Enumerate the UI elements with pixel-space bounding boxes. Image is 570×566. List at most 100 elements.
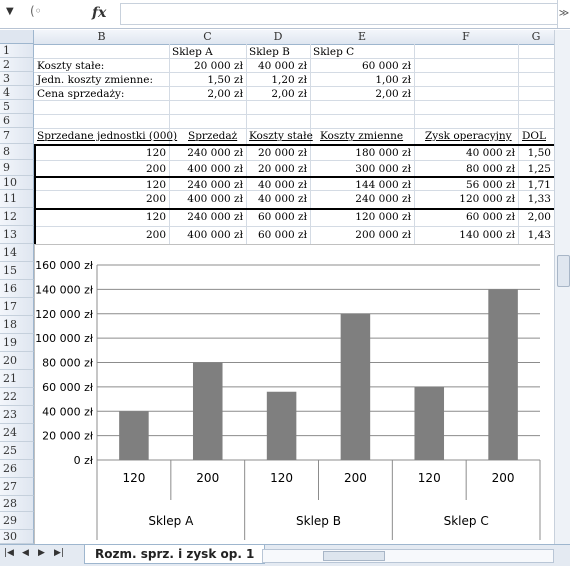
row-header-8[interactable]: 8 — [0, 144, 34, 160]
column-header-d[interactable]: D — [246, 30, 311, 45]
prev-sheet-icon[interactable]: ◀ — [22, 548, 29, 558]
row-header-23[interactable]: 23 — [0, 406, 34, 424]
y-tick-label: 120 000 zł — [35, 308, 94, 321]
row-header-11[interactable]: 11 — [0, 190, 34, 208]
y-tick-label: 160 000 zł — [35, 259, 94, 272]
cell-b3[interactable]: Jedn. koszty zmienne: — [37, 73, 153, 87]
row-header-1[interactable]: 1 — [0, 44, 34, 58]
table-header-sales[interactable]: Sprzedaż — [188, 129, 237, 143]
x-tick-label: 120 — [270, 471, 293, 485]
y-tick-label: 80 000 zł — [42, 357, 94, 370]
row-header-13[interactable]: 13 — [0, 226, 34, 244]
row-header-18[interactable]: 18 — [0, 316, 34, 334]
bar — [414, 386, 445, 460]
cell-d2[interactable]: 40 000 zł — [246, 59, 307, 73]
chart-canvas: 0 zł 20 000 zł 40 000 zł 60 000 zł 80 000 zł… — [35, 259, 541, 540]
first-sheet-icon[interactable]: |◀ — [4, 548, 14, 558]
row-header-22[interactable]: 22 — [0, 388, 34, 406]
cell-c2[interactable]: 20 000 zł — [169, 59, 243, 73]
x-tick-label: 200 — [492, 471, 515, 485]
column-header-c[interactable]: C — [169, 30, 247, 45]
table-header-fixed-costs[interactable]: Koszty stałe — [249, 129, 313, 143]
row-header-20[interactable]: 20 — [0, 352, 34, 370]
bar — [119, 411, 149, 460]
row-header-16[interactable]: 16 — [0, 280, 34, 298]
table-header-units[interactable]: Sprzedane jednostki (000) — [37, 129, 177, 143]
x-tick-label: 200 — [196, 471, 219, 485]
row-header-4[interactable]: 4 — [0, 86, 34, 100]
group-label: Sklep C — [444, 514, 489, 528]
row-header-24[interactable]: 24 — [0, 424, 34, 442]
row-header-25[interactable]: 25 — [0, 442, 34, 460]
row-header-29[interactable]: 29 — [0, 512, 34, 530]
formula-bar: ▼ (◦ fx ≫ — [0, 0, 570, 29]
cell-d4[interactable]: 2,00 zł — [246, 87, 307, 101]
row-header-28[interactable]: 28 — [0, 496, 34, 512]
row-header-14[interactable]: 14 — [0, 244, 34, 262]
row-header-12[interactable]: 12 — [0, 208, 34, 226]
column-header-b[interactable]: B — [34, 30, 170, 45]
table-header-dol[interactable]: DOL — [522, 129, 546, 143]
y-tick-label: 100 000 zł — [35, 332, 94, 345]
horizontal-scroll-thumb[interactable] — [323, 551, 385, 561]
group-border — [34, 208, 556, 246]
y-tick-label: 40 000 zł — [42, 405, 94, 418]
select-all-corner[interactable] — [0, 30, 34, 44]
cell-e1[interactable]: Sklep C — [313, 45, 354, 59]
last-sheet-icon[interactable]: ▶| — [54, 548, 64, 558]
row-header-5[interactable]: 5 — [0, 100, 34, 114]
cell-b4[interactable]: Cena sprzedaży: — [37, 87, 124, 101]
cell-d3[interactable]: 1,20 zł — [246, 73, 307, 87]
horizontal-scrollbar[interactable] — [262, 549, 554, 563]
row-header-26[interactable]: 26 — [0, 460, 34, 478]
bar-chart[interactable]: 0 zł 20 000 zł 40 000 zł 60 000 zł 80 000 zł… — [34, 244, 555, 545]
group-label: Sklep B — [296, 514, 341, 528]
cancel-icon[interactable]: (◦ — [30, 4, 50, 22]
formula-input[interactable] — [120, 3, 558, 25]
cell-e4[interactable]: 2,00 zł — [310, 87, 411, 101]
row-header-9[interactable]: 9 — [0, 160, 34, 176]
y-tick-label: 60 000 zł — [42, 381, 94, 394]
y-tick-label: 20 000 zł — [42, 430, 94, 443]
cell-e3[interactable]: 1,00 zł — [310, 73, 411, 87]
x-tick-label: 200 — [344, 471, 367, 485]
next-sheet-icon[interactable]: ▶ — [38, 548, 45, 558]
cell-c4[interactable]: 2,00 zł — [169, 87, 243, 101]
row-header-6[interactable]: 6 — [0, 114, 34, 128]
bar — [340, 313, 371, 460]
row-header-2[interactable]: 2 — [0, 58, 34, 72]
row-header-15[interactable]: 15 — [0, 262, 34, 280]
sheet-tab[interactable]: Rozm. sprz. i zysk op. 1 — [84, 545, 266, 564]
cell-c1[interactable]: Sklep A — [172, 45, 213, 59]
cell-b2[interactable]: Koszty stałe: — [37, 59, 104, 73]
row-header-3[interactable]: 3 — [0, 72, 34, 86]
cell-c3[interactable]: 1,50 zł — [169, 73, 243, 87]
group-label: Sklep A — [148, 514, 194, 528]
cell-e2[interactable]: 60 000 zł — [310, 59, 411, 73]
row-header-27[interactable]: 27 — [0, 478, 34, 496]
y-tick-label: 140 000 zł — [35, 283, 94, 296]
sheet-tab-bar: |◀ ◀ ▶ ▶| Rozm. sprz. i zysk op. 1 — [0, 544, 570, 566]
cell-d1[interactable]: Sklep B — [249, 45, 290, 59]
row-header-7[interactable]: 7 — [0, 128, 34, 144]
column-header-f[interactable]: F — [414, 30, 519, 45]
insert-function-icon[interactable]: fx — [92, 5, 106, 21]
bar — [266, 391, 297, 460]
y-tick-label: 0 zł — [74, 454, 94, 467]
table-header-variable-costs[interactable]: Koszty zmienne — [320, 129, 403, 143]
row-header-21[interactable]: 21 — [0, 370, 34, 388]
name-box-dropdown-icon[interactable]: ▼ — [6, 6, 20, 20]
column-header-g[interactable]: G — [518, 30, 555, 45]
vertical-scrollbar[interactable] — [554, 30, 570, 544]
x-tick-label: 120 — [418, 471, 441, 485]
row-header-10[interactable]: 10 — [0, 176, 34, 190]
bar — [488, 289, 518, 460]
vertical-scroll-thumb[interactable] — [557, 255, 570, 287]
column-header-e[interactable]: E — [310, 30, 415, 45]
row-header-17[interactable]: 17 — [0, 298, 34, 316]
expand-formula-bar-icon[interactable]: ≫ — [557, 0, 570, 28]
row-header-19[interactable]: 19 — [0, 334, 34, 352]
table-header-operating-profit[interactable]: Zysk operacyjny — [425, 129, 512, 143]
row-header-30[interactable]: 30 — [0, 530, 34, 544]
x-tick-label: 120 — [122, 471, 145, 485]
